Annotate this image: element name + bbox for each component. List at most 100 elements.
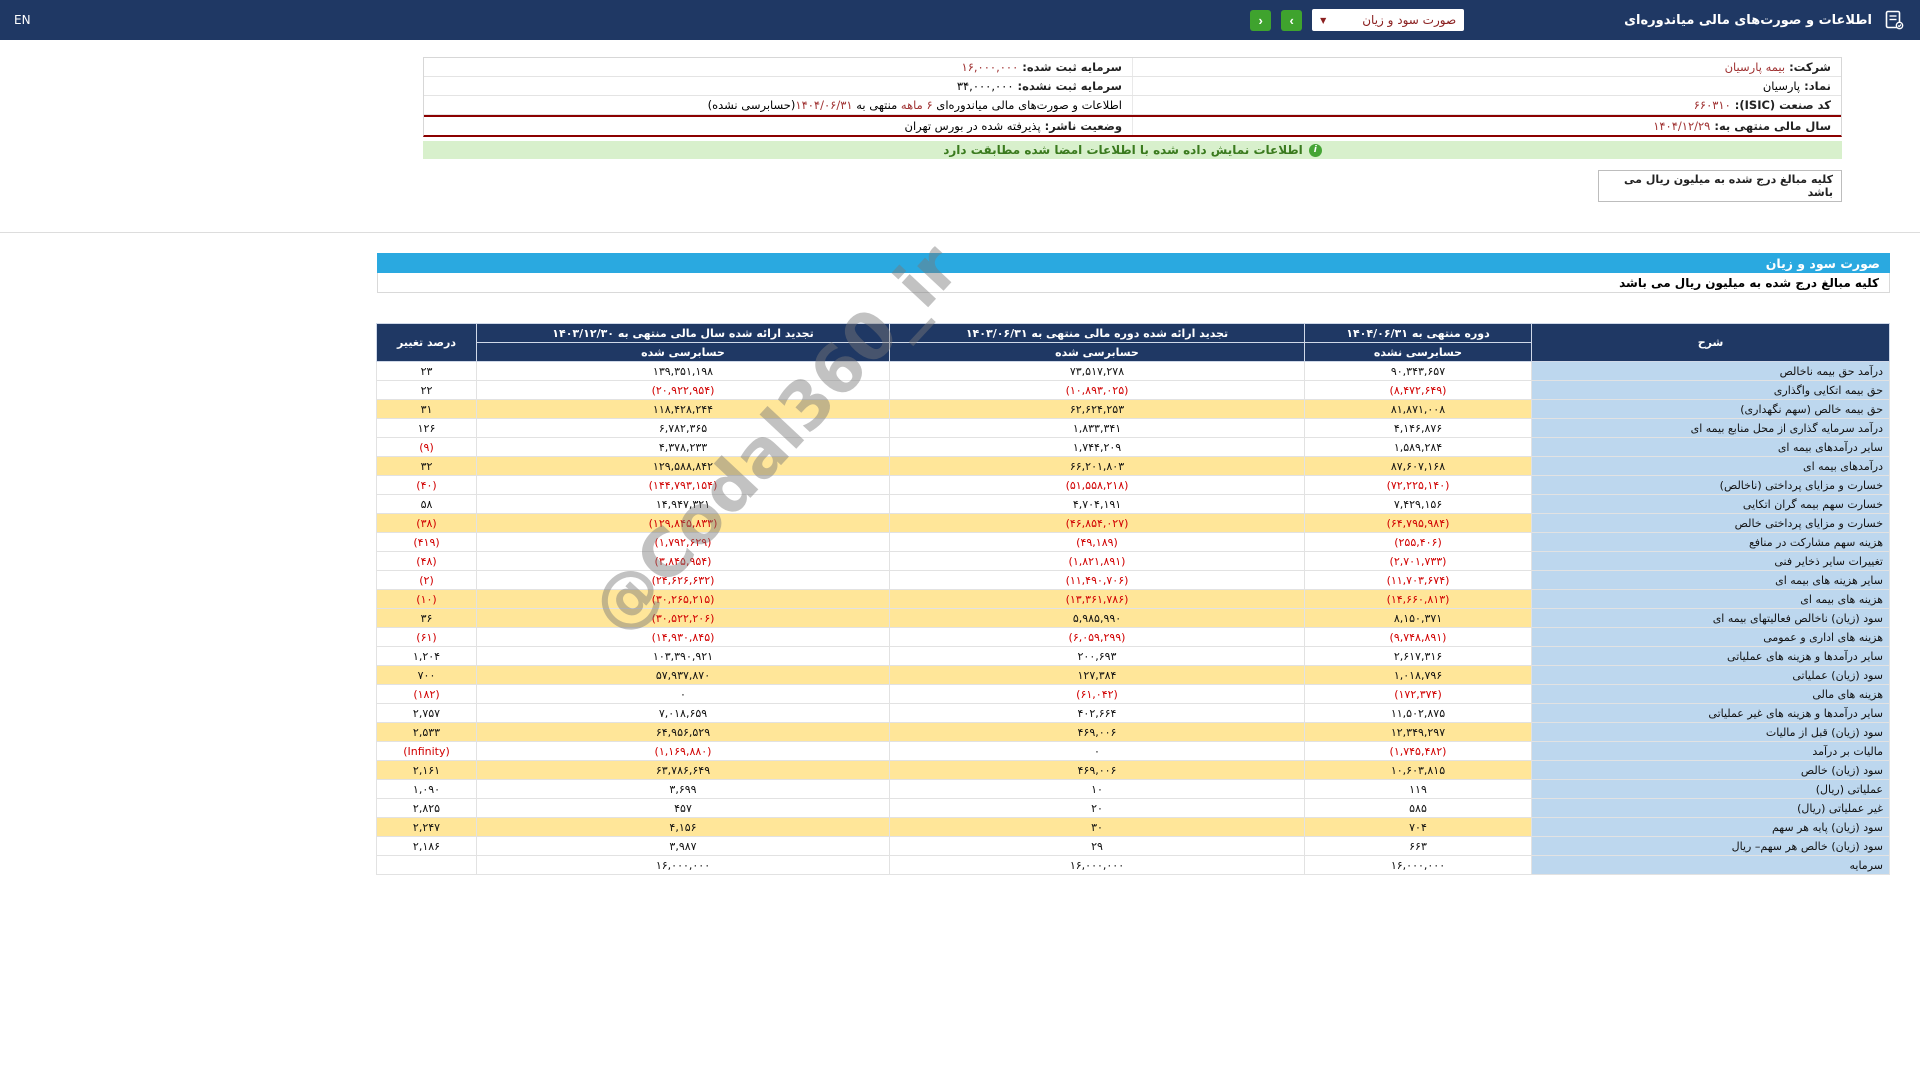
company-info-table: شرکت: بیمه پارسیانسرمایه ثبت شده: ۱۶,۰۰۰…: [423, 57, 1842, 137]
row-label: سود (زیان) خالص: [1532, 761, 1890, 780]
top-navbar: اطلاعات و صورت‌های مالی میاندوره‌ای صورت…: [0, 0, 1920, 40]
row-value-c2: (۴۶,۸۵۴,۰۲۷): [890, 514, 1305, 533]
row-value-pct: ۱۲۶: [377, 419, 477, 438]
row-value-c1: (۷۲,۲۲۵,۱۴۰): [1305, 476, 1532, 495]
statement-row: درآمد سرمایه گذاری از محل منابع بیمه ای۴…: [377, 419, 1890, 438]
nav-forward-button[interactable]: ›: [1281, 10, 1302, 31]
row-value-pct: (۳۸): [377, 514, 477, 533]
row-value-c1: (۸,۴۷۲,۶۴۹): [1305, 381, 1532, 400]
row-label: سرمایه: [1532, 856, 1890, 875]
statement-row: سایر درآمدهای بیمه ای۱,۵۸۹,۲۸۴۱,۷۴۴,۲۰۹۴…: [377, 438, 1890, 457]
row-value-c2: ۴,۷۰۴,۱۹۱: [890, 495, 1305, 514]
row-label: خسارت سهم بیمه گران اتکایی: [1532, 495, 1890, 514]
nav-back-button[interactable]: ‹: [1250, 10, 1271, 31]
row-value-pct: ۲۳: [377, 362, 477, 381]
row-value-c2: (۶,۰۵۹,۲۹۹): [890, 628, 1305, 647]
row-value-c3: (۳۰,۲۶۵,۲۱۵): [477, 590, 890, 609]
row-label: خسارت و مزایای پرداختی خالص: [1532, 514, 1890, 533]
row-value-c2: (۵۱,۵۵۸,۲۱۸): [890, 476, 1305, 495]
statement-row: غیر عملیاتی (ریال)۵۸۵۲۰۴۵۷۲,۸۲۵: [377, 799, 1890, 818]
row-value-c1: (۱,۷۴۵,۴۸۲): [1305, 742, 1532, 761]
row-value-pct: (۱۰): [377, 590, 477, 609]
page-title: اطلاعات و صورت‌های مالی میاندوره‌ای: [1624, 13, 1872, 28]
row-label: حق بیمه اتکایی واگذاری: [1532, 381, 1890, 400]
row-value-c1: ۸۷,۶۰۷,۱۶۸: [1305, 457, 1532, 476]
chevron-down-icon: ▼: [1320, 16, 1326, 25]
row-value-pct: [377, 856, 477, 875]
row-label: سایر هزینه های بیمه ای: [1532, 571, 1890, 590]
row-value-c1: (۶۴,۷۹۵,۹۸۴): [1305, 514, 1532, 533]
statement-row: سایر هزینه های بیمه ای(۱۱,۷۰۳,۶۷۴)(۱۱,۴۹…: [377, 571, 1890, 590]
row-value-c1: ۷۰۴: [1305, 818, 1532, 837]
row-label: هزینه های بیمه ای: [1532, 590, 1890, 609]
codal-logo-icon: [1882, 8, 1906, 32]
row-value-c2: ۲۰: [890, 799, 1305, 818]
company-info-cell: سرمایه ثبت شده: ۱۶,۰۰۰,۰۰۰: [424, 58, 1132, 76]
signed-info-text: اطلاعات نمایش داده شده با اطلاعات امضا ش…: [943, 143, 1303, 157]
row-value-c1: (۱۱,۷۰۳,۶۷۴): [1305, 571, 1532, 590]
row-value-pct: (۴۱۹): [377, 533, 477, 552]
company-info-row: شرکت: بیمه پارسیانسرمایه ثبت شده: ۱۶,۰۰۰…: [424, 58, 1841, 77]
row-label: سایر درآمدهای بیمه ای: [1532, 438, 1890, 457]
statement-row: سود (زیان) قبل از مالیات۱۲,۳۴۹,۲۹۷۴۶۹,۰۰…: [377, 723, 1890, 742]
statement-row: سود (زیان) ناخالص فعالیتهای بیمه ای۸,۱۵۰…: [377, 609, 1890, 628]
row-value-c3: ۱۰۳,۳۹۰,۹۲۱: [477, 647, 890, 666]
statement-units-note: کلیه مبالغ درج شده به میلیون ریال می باش…: [377, 273, 1890, 293]
row-value-c3: (۱۴,۹۳۰,۸۴۵): [477, 628, 890, 647]
column-header-current-period: دوره منتهی به ۱۴۰۴/۰۶/۳۱: [1305, 324, 1532, 343]
audit-status-audited-1: حسابرسی شده: [890, 343, 1305, 362]
row-value-c3: ۱۲۹,۵۸۸,۸۴۲: [477, 457, 890, 476]
row-value-pct: ۲۲: [377, 381, 477, 400]
row-value-c2: ۵,۹۸۵,۹۹۰: [890, 609, 1305, 628]
row-label: هزینه سهم مشارکت در منافع: [1532, 533, 1890, 552]
statement-row: خسارت سهم بیمه گران اتکایی۷,۴۲۹,۱۵۶۴,۷۰۴…: [377, 495, 1890, 514]
row-value-c1: ۲,۶۱۷,۳۱۶: [1305, 647, 1532, 666]
row-label: درآمد حق بیمه ناخالص: [1532, 362, 1890, 381]
row-value-c3: (۲۴,۶۲۶,۶۳۲): [477, 571, 890, 590]
row-value-pct: ۱,۰۹۰: [377, 780, 477, 799]
row-value-c2: (۱,۸۲۱,۸۹۱): [890, 552, 1305, 571]
statement-row: سود (زیان) پایه هر سهم۷۰۴۳۰۴,۱۵۶۲,۲۴۷: [377, 818, 1890, 837]
statement-row: هزینه سهم مشارکت در منافع(۲۵۵,۴۰۶)(۴۹,۱۸…: [377, 533, 1890, 552]
row-value-c2: ۱۲۷,۳۸۴: [890, 666, 1305, 685]
chevron-right-icon: ›: [1289, 14, 1293, 27]
row-value-pct: (۶۱): [377, 628, 477, 647]
row-value-c1: ۱۱,۵۰۲,۸۷۵: [1305, 704, 1532, 723]
report-type-dropdown[interactable]: صورت سود و زیان ▼: [1312, 9, 1464, 31]
statement-row: سود (زیان) خالص هر سهم– ریال۶۶۳۲۹۳,۹۸۷۲,…: [377, 837, 1890, 856]
row-value-pct: (Infinity): [377, 742, 477, 761]
row-value-c3: ۴,۱۵۶: [477, 818, 890, 837]
units-note-box: کلیه مبالغ درج شده به میلیون ریال می باش…: [1598, 170, 1842, 202]
company-info-row: نماد: پارسیانسرمایه ثبت نشده: ۳۴,۰۰۰,۰۰۰: [424, 77, 1841, 96]
row-label: درآمدهای بیمه ای: [1532, 457, 1890, 476]
row-value-c3: (۱,۷۹۲,۶۲۹): [477, 533, 890, 552]
row-label: هزینه های اداری و عمومی: [1532, 628, 1890, 647]
row-value-c1: ۱۲,۳۴۹,۲۹۷: [1305, 723, 1532, 742]
row-value-c2: (۶۱,۰۴۲): [890, 685, 1305, 704]
statement-row: درآمدهای بیمه ای۸۷,۶۰۷,۱۶۸۶۶,۲۰۱,۸۰۳۱۲۹,…: [377, 457, 1890, 476]
row-value-c1: ۶۶۳: [1305, 837, 1532, 856]
row-value-pct: ۲,۱۶۱: [377, 761, 477, 780]
row-label: خسارت و مزایای پرداختی (ناخالص): [1532, 476, 1890, 495]
chevron-left-icon: ‹: [1258, 14, 1262, 27]
row-value-c2: ۷۳,۵۱۷,۲۷۸: [890, 362, 1305, 381]
row-label: سود (زیان) قبل از مالیات: [1532, 723, 1890, 742]
row-value-pct: ۲,۲۴۷: [377, 818, 477, 837]
language-toggle-en[interactable]: EN: [14, 13, 31, 27]
row-value-c3: ۳,۹۸۷: [477, 837, 890, 856]
row-value-c1: (۱۴,۶۶۰,۸۱۳): [1305, 590, 1532, 609]
row-value-c1: ۱,۰۱۸,۷۹۶: [1305, 666, 1532, 685]
report-type-dropdown-value: صورت سود و زیان: [1362, 13, 1456, 27]
column-header-percent-change: درصد تغییر: [377, 324, 477, 362]
row-value-c3: ۶,۷۸۲,۳۶۵: [477, 419, 890, 438]
company-info-cell: سرمایه ثبت نشده: ۳۴,۰۰۰,۰۰۰: [424, 77, 1132, 95]
row-value-c3: ۱۶,۰۰۰,۰۰۰: [477, 856, 890, 875]
statement-row: عملیاتی (ریال)۱۱۹۱۰۳,۶۹۹۱,۰۹۰: [377, 780, 1890, 799]
statement-row: سود (زیان) خالص۱۰,۶۰۳,۸۱۵۴۶۹,۰۰۶۶۳,۷۸۶,۶…: [377, 761, 1890, 780]
statement-row: حق بیمه خالص (سهم نگهداری)۸۱,۸۷۱,۰۰۸۶۲,۶…: [377, 400, 1890, 419]
column-header-description: شرح: [1532, 324, 1890, 362]
company-info-row: سال مالی منتهی به: ۱۴۰۴/۱۲/۲۹وضعیت ناشر:…: [424, 115, 1841, 135]
info-icon: i: [1309, 144, 1322, 157]
row-label: تغییرات سایر ذخایر فنی: [1532, 552, 1890, 571]
section-divider: [0, 232, 1920, 233]
